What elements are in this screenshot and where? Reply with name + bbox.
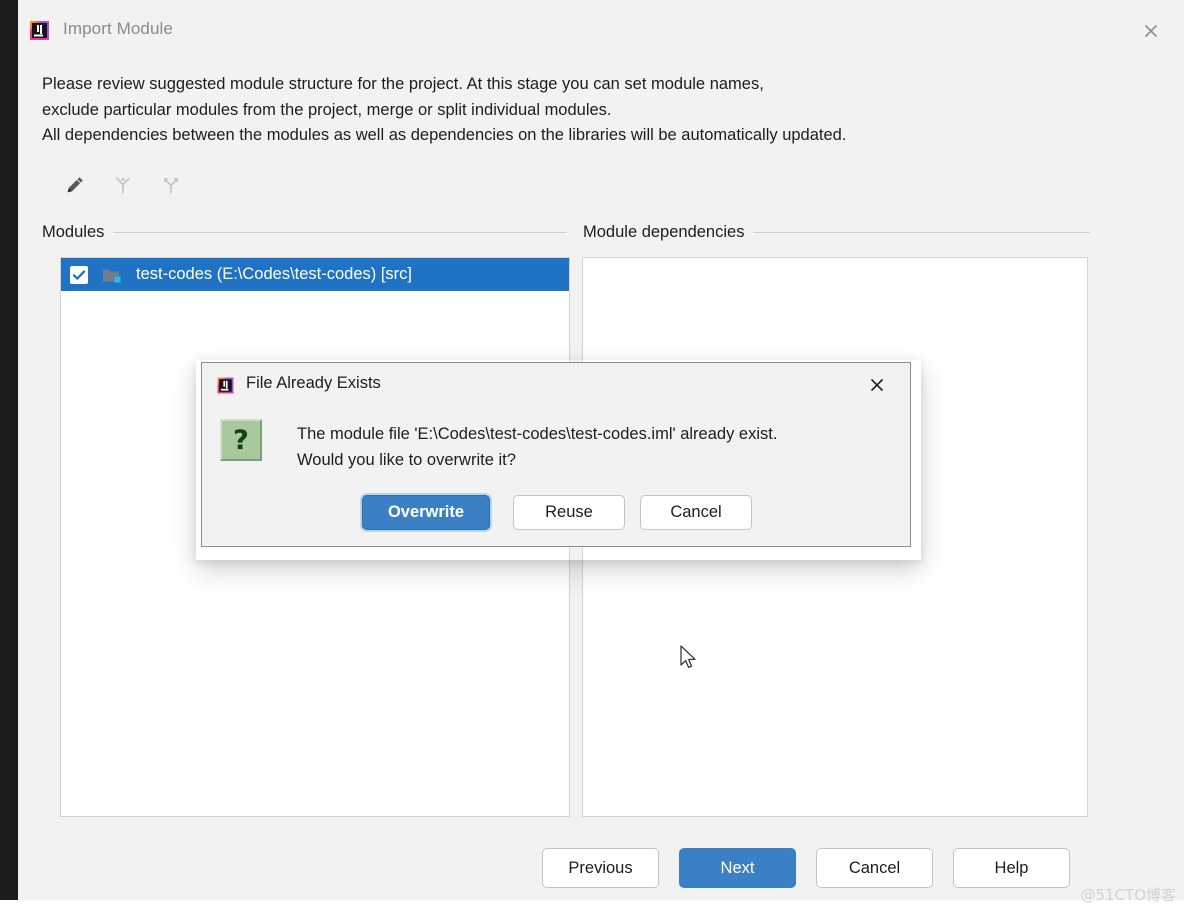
reuse-button[interactable]: Reuse <box>513 495 625 530</box>
next-button[interactable]: Next <box>679 848 796 888</box>
section-divider <box>113 232 567 233</box>
merge-modules-button[interactable] <box>110 172 136 198</box>
intellij-idea-logo <box>215 375 236 396</box>
question-mark-icon: ? <box>220 419 262 461</box>
module-list-item-label: test-codes (E:\Codes\test-codes) [src] <box>136 265 412 284</box>
help-button[interactable]: Help <box>953 848 1070 888</box>
window-titlebar: Import Module <box>18 0 1184 58</box>
description-line-3: All dependencies between the modules as … <box>42 123 1092 149</box>
dialog-button-row: Overwrite Reuse Cancel <box>202 495 910 539</box>
dialog-message-line-1: The module file 'E:\Codes\test-codes\tes… <box>297 421 897 447</box>
close-icon[interactable] <box>866 374 888 396</box>
dialog-title: File Already Exists <box>246 374 381 393</box>
cancel-button[interactable]: Cancel <box>816 848 933 888</box>
screen: Import Module Please review suggested mo… <box>0 0 1184 911</box>
module-toolbar <box>62 168 184 202</box>
section-divider <box>753 232 1090 233</box>
question-mark-glyph: ? <box>233 427 249 454</box>
file-already-exists-dialog: File Already Exists ? The module file 'E… <box>201 362 911 547</box>
window-title: Import Module <box>63 19 173 39</box>
split-module-button[interactable] <box>158 172 184 198</box>
dialog-message-line-2: Would you like to overwrite it? <box>297 447 897 473</box>
dialog-message: The module file 'E:\Codes\test-codes\tes… <box>297 421 897 473</box>
intellij-idea-logo <box>27 18 52 43</box>
dependencies-section-header: Module dependencies <box>583 221 1090 243</box>
overwrite-button[interactable]: Overwrite <box>362 495 490 530</box>
description-text: Please review suggested module structure… <box>42 72 1092 149</box>
watermark: @51CTO博客 <box>1080 884 1176 905</box>
modules-section-header: Modules <box>42 221 567 243</box>
wizard-footer: Previous Next Cancel Help <box>18 848 1184 894</box>
folder-icon <box>102 266 124 284</box>
cancel-button[interactable]: Cancel <box>640 495 752 530</box>
previous-button[interactable]: Previous <box>542 848 659 888</box>
module-checkbox[interactable] <box>70 266 88 284</box>
description-line-2: exclude particular modules from the proj… <box>42 98 1092 124</box>
close-icon[interactable] <box>1138 18 1164 44</box>
edit-module-button[interactable] <box>62 172 88 198</box>
description-line-1: Please review suggested module structure… <box>42 72 1092 98</box>
desktop-background-strip <box>0 0 18 900</box>
dependencies-section-label: Module dependencies <box>583 223 744 242</box>
module-list-item[interactable]: test-codes (E:\Codes\test-codes) [src] <box>61 258 569 291</box>
modules-section-label: Modules <box>42 223 104 242</box>
